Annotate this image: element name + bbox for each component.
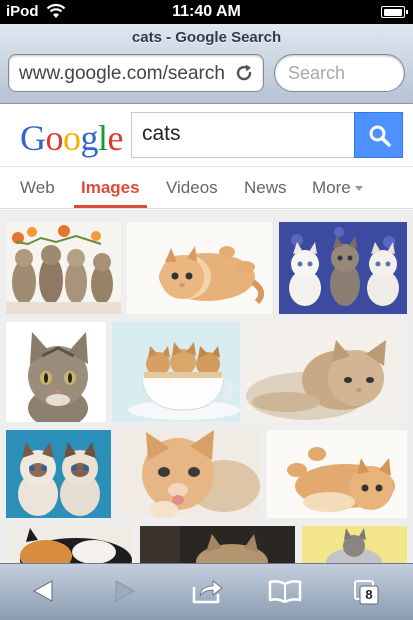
- google-header: Google cats: [0, 105, 413, 167]
- image-result[interactable]: [267, 430, 407, 518]
- page-title: cats - Google Search: [131, 29, 282, 46]
- active-tab-indicator: [74, 205, 147, 208]
- back-button[interactable]: [26, 576, 60, 610]
- browser-chrome: cats - Google Search www.google.com/sear…: [0, 24, 413, 104]
- image-result[interactable]: [6, 430, 111, 518]
- tabs-button[interactable]: 8: [350, 576, 384, 610]
- bookmarks-button[interactable]: [268, 576, 302, 610]
- forward-arrow-icon: [114, 579, 136, 607]
- image-result[interactable]: [127, 222, 272, 314]
- tab-images[interactable]: Images: [81, 178, 140, 198]
- tab-videos[interactable]: Videos: [166, 178, 218, 198]
- open-book-icon: [268, 579, 302, 608]
- clock: 11:40 AM: [172, 3, 241, 20]
- tab-web[interactable]: Web: [20, 178, 55, 198]
- battery-icon: [381, 6, 408, 18]
- url-text[interactable]: www.google.com/search: [19, 63, 224, 85]
- image-result[interactable]: [6, 222, 121, 314]
- image-result[interactable]: [246, 322, 407, 422]
- image-result[interactable]: [112, 322, 240, 422]
- share-button[interactable]: [190, 576, 224, 610]
- back-arrow-icon: [32, 579, 54, 607]
- pages-icon: 8: [353, 579, 381, 607]
- image-result[interactable]: [6, 322, 106, 422]
- image-result[interactable]: [118, 430, 260, 518]
- query-text[interactable]: cats: [142, 122, 181, 146]
- browser-search-field[interactable]: Search: [274, 54, 405, 92]
- search-placeholder: Search: [288, 63, 346, 83]
- status-bar: iPod 11:40 AM: [0, 0, 413, 24]
- tab-news[interactable]: News: [244, 178, 287, 198]
- query-input[interactable]: cats: [131, 112, 354, 158]
- image-result[interactable]: [279, 222, 407, 314]
- image-result[interactable]: [302, 526, 407, 563]
- chevron-down-icon: [354, 186, 363, 192]
- tab-count: 8: [365, 587, 373, 602]
- image-result[interactable]: [6, 526, 132, 563]
- search-type-tabs: Web Images Videos News More: [0, 167, 413, 209]
- reload-icon[interactable]: [233, 62, 255, 84]
- image-result[interactable]: [140, 526, 295, 563]
- image-results-grid: [0, 210, 413, 563]
- forward-button[interactable]: [108, 576, 142, 610]
- address-bar[interactable]: www.google.com/search: [8, 54, 264, 92]
- browser-toolbar: 8: [0, 563, 413, 620]
- tab-more-label: More: [312, 178, 351, 197]
- tab-more[interactable]: More: [312, 178, 363, 198]
- share-icon: [191, 578, 223, 609]
- google-logo[interactable]: Google: [20, 117, 124, 159]
- search-button[interactable]: [354, 112, 403, 158]
